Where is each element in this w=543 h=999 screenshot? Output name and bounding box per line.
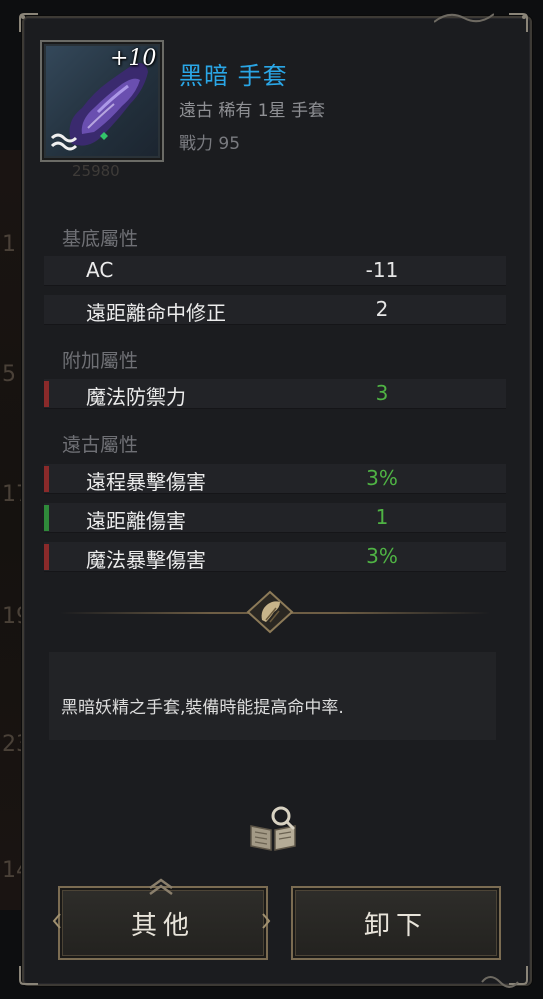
- other-button-label: 其他: [130, 910, 195, 941]
- arrow-left-icon: [52, 912, 62, 930]
- corner-ornament: [507, 12, 529, 34]
- stat-value: 3: [375, 381, 389, 405]
- stat-row: 魔法暴擊傷害 3%: [44, 542, 506, 572]
- background-number: 5: [2, 362, 16, 387]
- stat-row: 遠距離傷害 1: [44, 503, 506, 533]
- unequip-button[interactable]: 卸下: [291, 886, 501, 960]
- item-power: 戰力 95: [179, 134, 241, 154]
- item-description-box: 黑暗妖精之手套,裝備時能提高命中率.: [49, 652, 496, 740]
- top-right-ornament: [434, 8, 494, 30]
- stat-value: 3%: [366, 544, 398, 568]
- corner-ornament: [18, 964, 40, 986]
- bottom-ornament: [480, 970, 520, 992]
- arrow-right-icon: [261, 912, 271, 930]
- stat-value: 3%: [366, 466, 398, 490]
- stat-row: 遠距離命中修正 2: [44, 295, 506, 325]
- item-type: 遠古 稀有 1星 手套: [179, 101, 326, 121]
- stat-row: 魔法防禦力 3: [44, 379, 506, 409]
- section-title-ancient: 遠古屬性: [62, 434, 139, 456]
- item-name: 黑暗 手套: [179, 62, 288, 90]
- stat-row: AC -11: [44, 256, 506, 286]
- item-description: 黑暗妖精之手套,裝備時能提高命中率.: [61, 698, 344, 718]
- background-number: 1: [2, 232, 16, 257]
- stat-value: 2: [375, 297, 389, 321]
- stat-row: 遠程暴擊傷害 3%: [44, 464, 506, 494]
- stat-value: -11: [365, 258, 399, 282]
- glove-emblem-icon: [246, 590, 294, 634]
- enchant-level: +10: [110, 46, 157, 71]
- chevron-up-icon: [146, 876, 176, 896]
- corner-ornament: [18, 12, 40, 34]
- other-button[interactable]: 其他: [58, 886, 268, 960]
- item-info-book-icon[interactable]: [247, 804, 299, 854]
- item-sub-value: 25980: [72, 162, 120, 180]
- stat-value: 1: [375, 505, 389, 529]
- unequip-button-label: 卸下: [363, 910, 428, 941]
- section-title-base: 基底屬性: [62, 228, 139, 250]
- section-title-extra: 附加屬性: [62, 350, 139, 372]
